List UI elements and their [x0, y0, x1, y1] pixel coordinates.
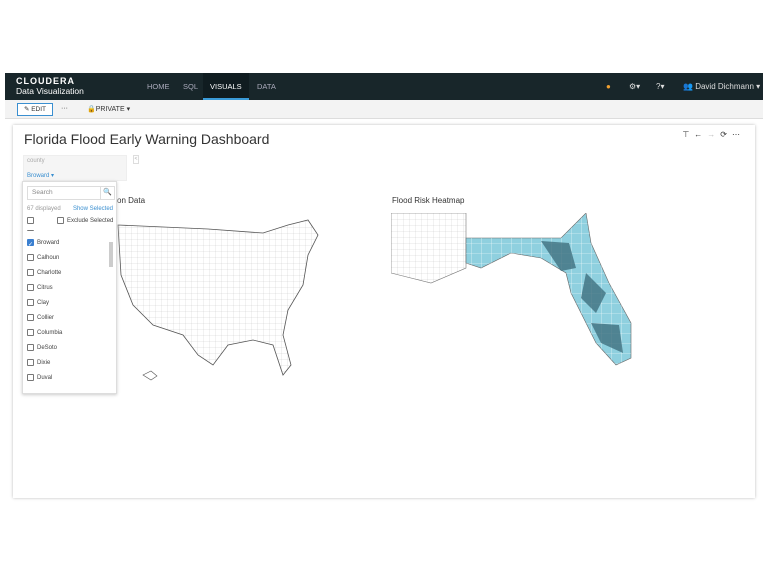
checkbox[interactable] — [27, 238, 34, 253]
county-label: Brevard — [37, 230, 58, 231]
checkbox[interactable] — [27, 358, 34, 366]
select-all-row: Exclude Selected — [27, 217, 115, 224]
more-icon[interactable]: ⋯ — [732, 130, 745, 139]
refresh-icon[interactable]: ⟳ — [720, 130, 732, 139]
filter-value[interactable]: Broward ▾ — [27, 172, 54, 179]
county-label: Citrus — [37, 285, 53, 291]
county-label: Dixie — [37, 360, 51, 366]
checkbox[interactable] — [27, 230, 34, 231]
lock-icon: 🔒 — [87, 106, 96, 113]
brand-logo: CLOUDERA — [16, 76, 75, 86]
county-option[interactable]: Clay — [27, 296, 107, 311]
county-option[interactable]: DeSoto — [27, 341, 107, 356]
displayed-count: 67 displayed — [27, 206, 61, 212]
search-icon[interactable]: 🔍 — [100, 187, 114, 199]
collapse-button[interactable]: < — [133, 155, 139, 164]
county-option[interactable]: Dixie — [27, 356, 107, 371]
user-icon: 👥 — [683, 82, 693, 91]
checkbox[interactable] — [27, 253, 34, 261]
county-option[interactable]: Duval — [27, 371, 107, 386]
notification-icon[interactable]: ● — [606, 82, 611, 91]
county-label: Columbia — [37, 330, 63, 336]
county-option[interactable]: Calhoun — [27, 251, 107, 266]
search-placeholder: Search — [32, 189, 53, 196]
top-navbar: CLOUDERA Data Visualization HOME SQL VIS… — [5, 73, 763, 100]
filter-icon[interactable]: ⊤ — [682, 130, 694, 139]
us-county-map[interactable] — [113, 215, 323, 385]
checkbox[interactable] — [27, 298, 34, 306]
left-chart-title: on Data — [117, 196, 146, 205]
county-label: Collier — [37, 315, 55, 321]
user-menu[interactable]: 👥 David Dichmann ▾ — [683, 82, 760, 91]
nav-home[interactable]: HOME — [140, 73, 177, 100]
county-option[interactable]: Citrus — [27, 281, 107, 296]
county-label: DeSoto — [37, 345, 58, 351]
select-all-checkbox[interactable] — [27, 217, 34, 224]
nav-data[interactable]: DATA — [250, 73, 283, 100]
checkbox[interactable] — [27, 283, 34, 291]
privacy-dropdown[interactable]: 🔒PRIVATE ▾ — [87, 105, 130, 113]
dashboard-toolbar: ✎ EDIT ··· 🔒PRIVATE ▾ — [5, 100, 763, 119]
gear-icon[interactable]: ⚙▾ — [629, 82, 640, 91]
county-option[interactable]: Columbia — [27, 326, 107, 341]
redo-icon[interactable]: → — [707, 130, 720, 139]
search-input[interactable]: Search 🔍 — [27, 186, 115, 200]
county-label: Duval — [37, 375, 53, 381]
show-selected-link[interactable]: Show Selected — [73, 206, 113, 212]
page-title: Florida Flood Early Warning Dashboard — [24, 131, 270, 147]
county-option[interactable]: Collier — [27, 311, 107, 326]
county-list: Brevard Broward Calhoun Charlotte Citrus Clay… — [27, 230, 107, 392]
county-label: Clay — [37, 300, 50, 306]
county-label: Calhoun — [37, 255, 60, 261]
county-label: Broward — [37, 240, 60, 246]
privacy-label: PRIVATE ▾ — [95, 106, 131, 113]
flood-risk-heatmap[interactable] — [391, 213, 641, 373]
dashboard-panel: Florida Flood Early Warning Dashboard ⊤←… — [13, 125, 755, 498]
checkbox[interactable] — [27, 313, 34, 321]
filter-label: county — [27, 158, 45, 164]
more-button[interactable]: ··· — [61, 105, 68, 112]
checkbox[interactable] — [27, 343, 34, 351]
edit-label: EDIT — [31, 106, 47, 113]
help-icon[interactable]: ?▾ — [656, 82, 664, 91]
right-chart-title: Flood Risk Heatmap — [392, 196, 465, 205]
county-option[interactable]: Charlotte — [27, 266, 107, 281]
checkbox[interactable] — [27, 373, 34, 381]
filter-dropdown: Search 🔍 67 displayed Show Selected Exclu… — [22, 181, 117, 394]
checkbox[interactable] — [27, 268, 34, 276]
undo-icon[interactable]: ← — [694, 130, 707, 139]
nav-visuals[interactable]: VISUALS — [203, 73, 249, 100]
scrollbar[interactable] — [109, 242, 113, 267]
county-label: Charlotte — [37, 270, 62, 276]
product-name: Data Visualization — [16, 86, 84, 96]
edit-button[interactable]: ✎ EDIT — [17, 103, 53, 116]
county-option[interactable]: Broward — [27, 236, 107, 253]
checkbox[interactable] — [27, 328, 34, 336]
exclude-selected[interactable]: Exclude Selected — [57, 217, 113, 224]
user-name: David Dichmann — [695, 82, 754, 91]
county-filter[interactable]: county Broward ▾ — [23, 155, 127, 181]
dashboard-tools: ⊤←→⟳⋯ — [682, 130, 745, 139]
nav-sql[interactable]: SQL — [176, 73, 205, 100]
